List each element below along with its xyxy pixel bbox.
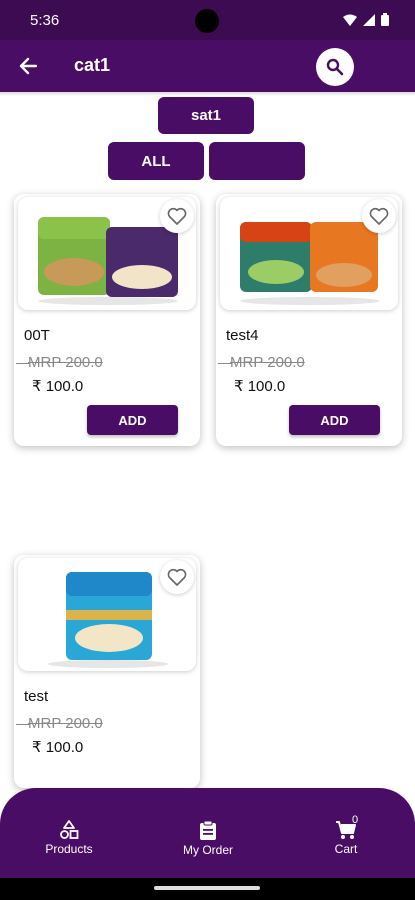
product-image (18, 558, 196, 671)
camera-cutout (195, 9, 219, 33)
system-gesture-bar (0, 878, 415, 900)
gesture-handle[interactable] (154, 886, 260, 890)
heart-outline-icon (167, 568, 187, 586)
add-to-cart-button[interactable]: ADD (289, 405, 380, 435)
battery-icon (381, 13, 389, 26)
favorite-button[interactable] (160, 560, 194, 594)
app-bar-shadow (0, 92, 415, 96)
product-mrp: MRP 200.0 (28, 354, 103, 371)
product-price: ₹ 100.0 (234, 378, 286, 395)
product-name: test4 (226, 327, 259, 344)
cart-badge: 0 (352, 814, 359, 826)
search-icon (326, 58, 344, 76)
favorite-button[interactable] (362, 199, 396, 233)
nav-item-cart[interactable]: 0 Cart (296, 814, 396, 856)
product-name: test (24, 688, 49, 705)
favorite-button[interactable] (160, 199, 194, 233)
clipboard-icon (200, 820, 216, 840)
product-price: ₹ 100.0 (32, 378, 84, 395)
subcategory-chip[interactable]: sat1 (158, 97, 254, 134)
page-title: cat1 (74, 55, 111, 75)
product-mrp: MRP 200.0 (28, 715, 103, 732)
product-image (220, 197, 398, 310)
add-to-cart-button[interactable]: ADD (87, 405, 178, 435)
status-bar: 5:36 (0, 0, 415, 40)
bottom-navigation: Products My Order 0 Cart (0, 788, 415, 878)
nav-label-cart: Cart (334, 842, 358, 856)
search-button[interactable] (316, 48, 354, 86)
filter-chip-empty[interactable] (209, 142, 305, 180)
signal-icon (363, 13, 375, 26)
arrow-back-icon (19, 57, 37, 75)
heart-outline-icon (167, 207, 187, 225)
nav-label-my-order: My Order (182, 843, 233, 857)
shapes-icon (60, 820, 79, 839)
product-card[interactable]: 00T MRP 200.0 ₹ 100.0 ADD (14, 194, 200, 446)
heart-outline-icon (369, 207, 389, 225)
wifi-icon (343, 14, 357, 26)
status-icons (343, 13, 389, 26)
product-mrp: MRP 200.0 (230, 354, 305, 371)
nav-item-my-order[interactable]: My Order (158, 820, 258, 857)
nav-label-products: Products (45, 842, 93, 856)
product-name: 00T (24, 327, 50, 344)
product-card[interactable]: test MRP 200.0 ₹ 100.0 (14, 555, 200, 788)
product-card[interactable]: test4 MRP 200.0 ₹ 100.0 ADD (216, 194, 402, 446)
app-bar: cat1 (0, 40, 415, 92)
nav-item-products[interactable]: Products (19, 820, 119, 856)
status-time: 5:36 (30, 11, 60, 29)
back-button[interactable] (16, 54, 40, 78)
product-price: ₹ 100.0 (32, 739, 84, 756)
filter-chip-all[interactable]: ALL (108, 142, 204, 180)
product-image (18, 197, 196, 310)
